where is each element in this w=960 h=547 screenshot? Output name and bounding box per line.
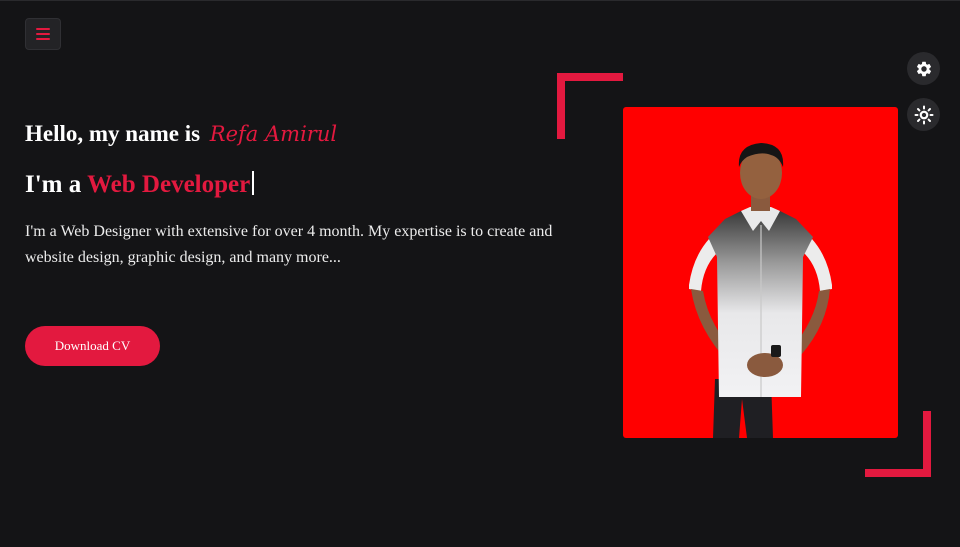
frame-corner-top-left [557, 73, 623, 81]
profile-photo [623, 107, 898, 438]
greeting-heading: Hello, my name is Refa Amirul [25, 121, 337, 147]
typing-caret [252, 171, 255, 195]
greeting-text: Hello, my name is [25, 121, 201, 146]
hamburger-menu-button[interactable] [25, 18, 61, 50]
gear-icon [916, 61, 931, 76]
theme-toggle-button[interactable] [907, 98, 940, 131]
sun-icon [913, 104, 934, 125]
role-title: Web Developer [87, 171, 251, 198]
frame-corner-bottom-right [865, 469, 931, 477]
portfolio-page: Hello, my name is Refa Amirul I'm a Web … [0, 0, 960, 547]
role-prefix: I'm a [25, 171, 82, 198]
menu-bar-line [36, 33, 50, 35]
frame-corner-top-left [557, 73, 565, 139]
role-heading: I'm a Web Developer [25, 171, 255, 199]
download-cv-button[interactable]: Download CV [25, 326, 160, 366]
settings-button[interactable] [907, 52, 940, 85]
menu-bar-line [36, 28, 50, 30]
frame-corner-bottom-right [923, 411, 931, 477]
menu-bar-line [36, 38, 50, 40]
owner-name: Refa Amirul [209, 122, 338, 146]
intro-description: I'm a Web Designer with extensive for ov… [25, 223, 553, 266]
person-portrait-illustration [689, 143, 832, 438]
